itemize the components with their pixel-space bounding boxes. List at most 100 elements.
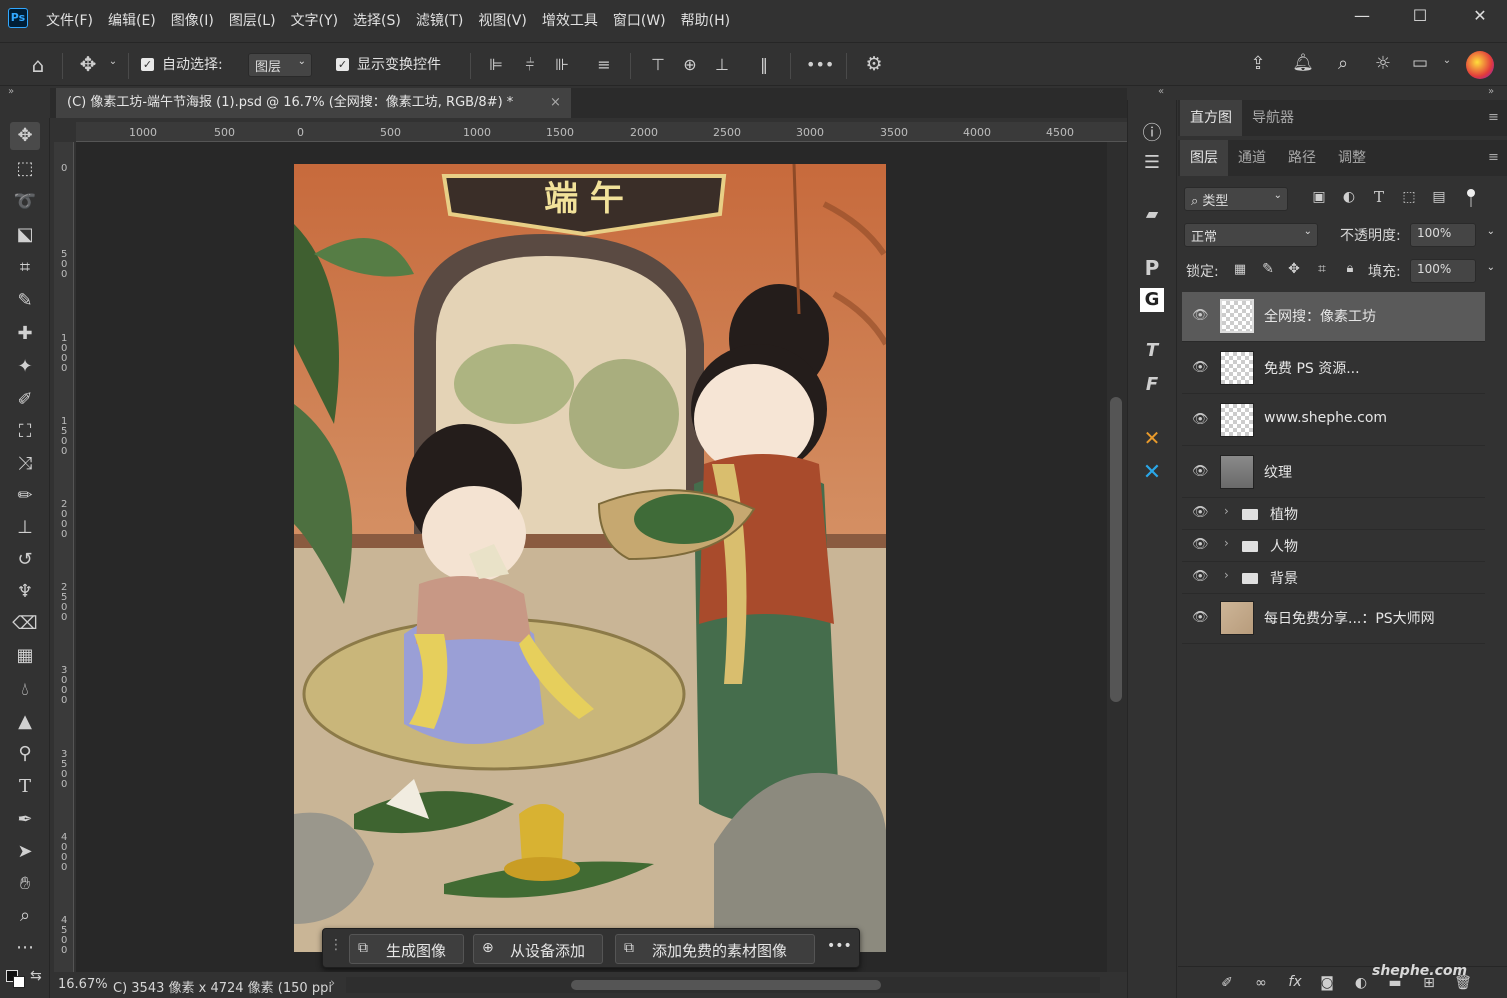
tab-navigator[interactable]: 导航器 xyxy=(1242,100,1304,136)
close-tab-icon[interactable]: × xyxy=(550,88,561,118)
x-plugin-icon[interactable]: ✕ xyxy=(1140,460,1164,485)
spot-healing-tool-icon[interactable]: ✚ xyxy=(10,320,40,348)
auto-select-dropdown[interactable]: 图层 ⌄ xyxy=(248,53,312,77)
maximize-icon[interactable]: ☐ xyxy=(1410,6,1430,26)
align-center-icon[interactable]: ⫩ xyxy=(520,55,540,75)
visibility-eye-icon[interactable]: 👁︎ xyxy=(1192,360,1210,375)
font-plugin-icon[interactable]: T xyxy=(1140,340,1164,361)
filter-type-icon[interactable]: T xyxy=(1370,188,1388,206)
align-right-icon[interactable]: ⊪ xyxy=(552,55,572,74)
properties-icon[interactable]: ☰ xyxy=(1140,152,1164,173)
group-icon[interactable]: ▬ xyxy=(1386,975,1404,991)
filter-toggle-icon[interactable] xyxy=(1466,189,1476,207)
lightbulb-icon[interactable]: ☼ xyxy=(1372,53,1394,74)
chevron-down-icon[interactable]: ⌄ xyxy=(106,56,120,67)
filter-shape-icon[interactable]: ⬚ xyxy=(1400,189,1418,205)
document-tab[interactable]: (C) 像素工坊-端午节海报 (1).psd @ 16.7% (全网搜：像素工坊… xyxy=(56,88,571,118)
close-icon[interactable]: ✕ xyxy=(1470,6,1490,26)
clone-stamp-icon[interactable]: ⊥ xyxy=(10,514,40,542)
sharpen-tool-icon[interactable]: ▲ xyxy=(10,708,40,736)
trash-icon[interactable]: 🗑︎ xyxy=(1454,975,1472,991)
visibility-eye-icon[interactable]: 👁︎ xyxy=(1192,610,1210,625)
panel-menu-icon[interactable]: ≡ xyxy=(1488,150,1499,165)
brush-tool-icon[interactable]: ✏ xyxy=(10,482,40,510)
expand-chevron-icon[interactable]: › xyxy=(1224,504,1229,518)
settings-gear-icon[interactable]: ⚙ xyxy=(862,53,886,75)
type-tool-icon[interactable]: T xyxy=(10,773,40,801)
lock-position-icon[interactable]: ✥ xyxy=(1286,261,1302,277)
visibility-eye-icon[interactable]: 👁︎ xyxy=(1192,569,1210,584)
blur-tool-icon[interactable]: 💧︎ xyxy=(10,676,40,704)
menu-window[interactable]: 窗口(W) xyxy=(613,10,666,30)
plugin-icon[interactable]: ▰ xyxy=(1140,204,1164,223)
chevron-down-icon[interactable]: ⌄ xyxy=(1440,55,1454,66)
visibility-eye-icon[interactable]: 👁︎ xyxy=(1192,464,1210,479)
status-menu-arrow[interactable]: › xyxy=(330,976,335,991)
layer-group-row[interactable]: 👁︎ › 人物 xyxy=(1182,530,1485,562)
chevron-down-icon[interactable]: ⌄ xyxy=(1487,262,1495,273)
drag-handle-icon[interactable]: ⋮ xyxy=(329,937,343,953)
align-left-icon[interactable]: ⊫ xyxy=(486,55,506,74)
show-transform-checkbox[interactable]: ✓ xyxy=(336,58,349,71)
home-icon[interactable]: ⌂ xyxy=(26,53,50,77)
object-select-tool-icon[interactable]: ⬕ xyxy=(10,221,40,249)
mask-icon[interactable]: ◙ xyxy=(1318,975,1336,991)
align-bottom-icon[interactable]: ⊥ xyxy=(712,55,732,74)
expand-chevron-icon[interactable]: › xyxy=(1224,568,1229,582)
gradient-tool-icon[interactable]: ▦ xyxy=(10,642,40,670)
scrollbar-thumb[interactable] xyxy=(1110,397,1122,702)
dodge-tool-icon[interactable]: ⚲ xyxy=(10,740,40,768)
lasso-tool-icon[interactable]: ➰ xyxy=(10,188,40,216)
layer-row[interactable]: 👁︎ 免费 PS 资源... xyxy=(1182,344,1485,394)
share-icon[interactable]: ⇪ xyxy=(1246,53,1270,74)
chevron-down-icon[interactable]: ⌄ xyxy=(1487,226,1495,237)
g-plugin-icon[interactable]: G xyxy=(1140,288,1164,312)
visibility-eye-icon[interactable]: 👁︎ xyxy=(1192,308,1210,323)
tab-channels[interactable]: 通道 xyxy=(1228,140,1276,176)
eyedropper-tool-icon[interactable]: ✎ xyxy=(10,287,40,315)
collapse-toolbar-icon[interactable]: » xyxy=(8,86,14,97)
generate-image-button[interactable]: ⧉ 生成图像 xyxy=(349,934,464,964)
new-layer-icon[interactable]: ⊞ xyxy=(1420,975,1438,991)
path-select-tool-icon[interactable]: ➤ xyxy=(10,838,40,866)
tab-histogram[interactable]: 直方图 xyxy=(1180,100,1242,136)
hand-tool-icon[interactable]: ✋︎ xyxy=(10,870,40,898)
layer-group-row[interactable]: 👁︎ › 背景 xyxy=(1182,562,1485,594)
filter-pixel-icon[interactable]: ▣ xyxy=(1310,189,1328,205)
workspace-icon[interactable]: ▭ xyxy=(1408,53,1432,73)
distribute-vertical-icon[interactable]: ‖ xyxy=(754,55,774,74)
layer-group-row[interactable]: 👁︎ › 植物 xyxy=(1182,498,1485,530)
zoom-level[interactable]: 16.67% xyxy=(58,977,108,992)
menu-type[interactable]: 文字(Y) xyxy=(291,10,338,30)
background-color-swatch[interactable] xyxy=(13,976,25,988)
patch-tool-icon[interactable]: ⛶ xyxy=(10,418,40,446)
horizontal-scrollbar[interactable] xyxy=(346,977,1100,993)
scrollbar-thumb[interactable] xyxy=(571,980,881,990)
paragraph-plugin-icon[interactable]: P xyxy=(1140,256,1164,280)
menu-select[interactable]: 选择(S) xyxy=(353,10,401,30)
healing-brush-icon[interactable]: ✐ xyxy=(10,386,40,414)
tab-adjustments[interactable]: 调整 xyxy=(1328,140,1376,176)
more-tools-icon[interactable]: ⋯ xyxy=(10,934,40,962)
vertical-scrollbar[interactable] xyxy=(1107,142,1127,972)
layer-row[interactable]: 👁︎ 每日免费分享...：PS大师网 xyxy=(1182,594,1485,644)
history-brush-icon[interactable]: ↺ xyxy=(10,546,40,574)
font-f-plugin-icon[interactable]: F xyxy=(1140,374,1164,395)
lock-artboard-icon[interactable]: ⌗ xyxy=(1314,261,1330,277)
auto-select-checkbox[interactable]: ✓ xyxy=(141,58,154,71)
layer-row[interactable]: 👁︎ www.shephe.com xyxy=(1182,396,1485,446)
visibility-eye-icon[interactable]: 👁︎ xyxy=(1192,537,1210,552)
link-icon[interactable]: ∞ xyxy=(1252,975,1270,991)
crop-tool-icon[interactable]: ⌗ xyxy=(10,254,40,282)
tab-layers[interactable]: 图层 xyxy=(1180,140,1228,176)
layer-row[interactable]: 👁︎ 全网搜：像素工坊 xyxy=(1182,292,1485,342)
minimize-icon[interactable]: — xyxy=(1352,6,1372,26)
layer-row[interactable]: 👁︎ 纹理 xyxy=(1182,448,1485,498)
search-icon[interactable]: ⌕ xyxy=(1332,53,1354,74)
blend-mode-dropdown[interactable]: 正常 ⌄ xyxy=(1184,223,1318,247)
menu-view[interactable]: 视图(V) xyxy=(478,10,527,30)
fill-input[interactable]: 100% ⌄ xyxy=(1410,259,1495,283)
visibility-eye-icon[interactable]: 👁︎ xyxy=(1192,412,1210,427)
remove-tool-icon[interactable]: ✦ xyxy=(10,353,40,381)
align-top-icon[interactable]: ⊤ xyxy=(648,55,668,74)
